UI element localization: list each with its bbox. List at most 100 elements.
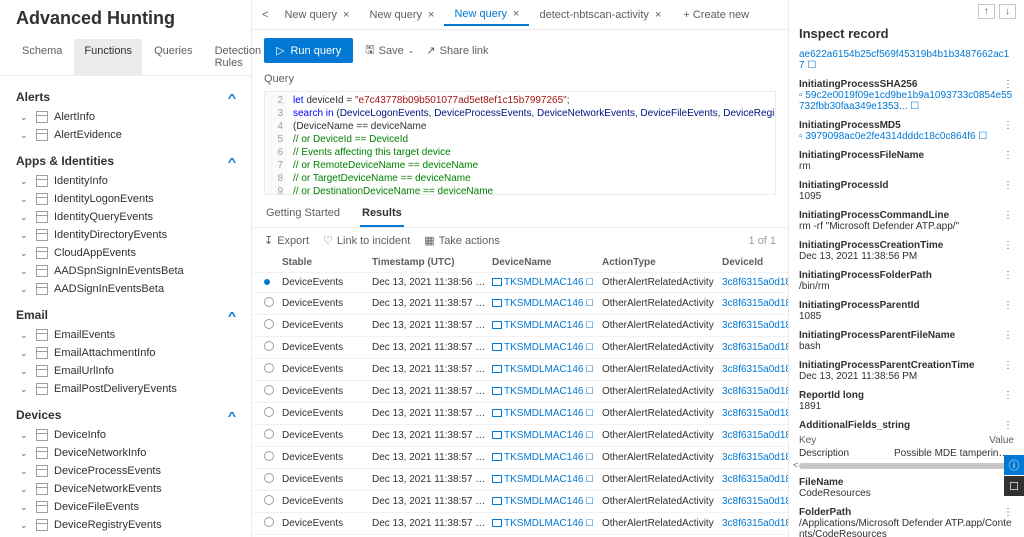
export-button[interactable]: ↧Export <box>264 234 309 247</box>
section-devices[interactable]: Devices˄ <box>16 398 235 426</box>
open-external-icon[interactable]: ☐ <box>585 320 593 330</box>
create-new-query[interactable]: + Create new <box>673 5 759 25</box>
table-row[interactable]: DeviceEventsDec 13, 2021 11:38:57 P...TK… <box>252 491 788 513</box>
open-external-icon[interactable]: ☐ <box>585 277 593 287</box>
close-tab-icon[interactable]: × <box>513 8 519 20</box>
deviceid-link[interactable]: 3c8f6315a0d186... <box>722 408 788 419</box>
field-value[interactable]: ▫ 3979098ac0e2fe4314dddc18c0c864f6 ☐ <box>799 131 1014 142</box>
more-icon[interactable]: ⋮ <box>1003 270 1014 281</box>
inspector-top-link[interactable]: ae622a6154b25cf569f45319b4b1b3487662ac17 <box>799 49 1009 71</box>
section-email[interactable]: Email˄ <box>16 298 235 326</box>
deviceid-link[interactable]: 3c8f6315a0d186... <box>722 518 788 529</box>
row-radio[interactable] <box>264 363 274 373</box>
link-incident-button[interactable]: ♡Link to incident <box>323 234 410 247</box>
open-external-icon[interactable]: ☐ <box>585 386 593 396</box>
close-tab-icon[interactable]: × <box>655 9 661 21</box>
device-link[interactable]: TKSMDLMAC146 <box>504 408 583 419</box>
deviceid-link[interactable]: 3c8f6315a0d186... <box>722 452 788 463</box>
deviceid-link[interactable]: 3c8f6315a0d186... <box>722 386 788 397</box>
deviceid-link[interactable]: 3c8f6315a0d186... <box>722 364 788 375</box>
query-tab[interactable]: detect-nbtscan-activity× <box>529 4 671 26</box>
next-record-button[interactable]: ↓ <box>999 4 1016 19</box>
schema-item-deviceinfo[interactable]: ⌄DeviceInfo <box>16 426 235 444</box>
schema-item-aadsignineventsbeta[interactable]: ⌄AADSignInEventsBeta <box>16 280 235 298</box>
row-radio[interactable] <box>264 341 274 351</box>
table-row[interactable]: DeviceEventsDec 13, 2021 11:38:57 P...TK… <box>252 469 788 491</box>
query-tab[interactable]: New query× <box>274 4 359 26</box>
table-row[interactable]: DeviceEventsDec 13, 2021 11:38:57 P...TK… <box>252 315 788 337</box>
deviceid-link[interactable]: 3c8f6315a0d186... <box>722 298 788 309</box>
schema-item-alertinfo[interactable]: ⌄AlertInfo <box>16 108 235 126</box>
close-tab-icon[interactable]: × <box>343 9 349 21</box>
row-radio[interactable] <box>264 279 270 285</box>
schema-item-emailpostdeliveryevents[interactable]: ⌄EmailPostDeliveryEvents <box>16 380 235 398</box>
device-link[interactable]: TKSMDLMAC146 <box>504 364 583 375</box>
deviceid-link[interactable]: 3c8f6315a0d186... <box>722 430 788 441</box>
device-link[interactable]: TKSMDLMAC146 <box>504 298 583 309</box>
column-header[interactable]: Timestamp (UTC) <box>372 257 492 268</box>
more-icon[interactable]: ⋮ <box>1003 420 1014 431</box>
field-value[interactable]: ▫ 59c2e0019f09e1cd9be1b9a1093733c0854e55… <box>799 90 1014 112</box>
row-radio[interactable] <box>264 495 274 505</box>
feedback-button[interactable]: ☐ <box>1004 476 1024 496</box>
schema-item-identitydirectoryevents[interactable]: ⌄IdentityDirectoryEvents <box>16 226 235 244</box>
run-query-button[interactable]: ▷ Run query <box>264 38 353 63</box>
schema-item-aadspnsignineventsbeta[interactable]: ⌄AADSpnSignInEventsBeta <box>16 262 235 280</box>
schema-item-alertevidence[interactable]: ⌄AlertEvidence <box>16 126 235 144</box>
collapse-sidebar-icon[interactable]: < <box>258 9 272 21</box>
open-external-icon[interactable]: ☐ <box>585 430 593 440</box>
open-external-icon[interactable]: ☐ <box>585 298 593 308</box>
row-radio[interactable] <box>264 473 274 483</box>
more-icon[interactable]: ⋮ <box>1003 180 1014 191</box>
save-query-button[interactable]: 🖫 Save ⌄ <box>365 41 414 60</box>
inspect-record-panel[interactable]: ↑ ↓ Inspect record ae622a6154b25cf569f45… <box>788 0 1024 537</box>
sidebar-tab-functions[interactable]: Functions <box>74 39 142 75</box>
row-radio[interactable] <box>264 517 274 527</box>
table-row[interactable]: DeviceEventsDec 13, 2021 11:38:57 P...TK… <box>252 381 788 403</box>
deviceid-link[interactable]: 3c8f6315a0d186... <box>722 342 788 353</box>
row-radio[interactable] <box>264 429 274 439</box>
device-link[interactable]: TKSMDLMAC146 <box>504 430 583 441</box>
more-icon[interactable]: ⋮ <box>1003 210 1014 221</box>
table-row[interactable]: DeviceEventsDec 13, 2021 11:38:57 P...TK… <box>252 293 788 315</box>
section-apps-identities[interactable]: Apps & Identities˄ <box>16 144 235 172</box>
deviceid-link[interactable]: 3c8f6315a0d186... <box>722 320 788 331</box>
open-external-icon[interactable]: ☐ <box>807 60 816 71</box>
open-external-icon[interactable]: ☐ <box>585 496 593 506</box>
tab-getting-started[interactable]: Getting Started <box>264 201 342 227</box>
table-row[interactable]: DeviceEventsDec 13, 2021 11:38:57 P...TK… <box>252 403 788 425</box>
schema-item-identitylogonevents[interactable]: ⌄IdentityLogonEvents <box>16 190 235 208</box>
deviceid-link[interactable]: 3c8f6315a0d186... <box>722 277 788 288</box>
device-link[interactable]: TKSMDLMAC146 <box>504 320 583 331</box>
column-header[interactable]: Stable <box>282 257 372 268</box>
open-external-icon[interactable]: ☐ <box>585 342 593 352</box>
more-icon[interactable]: ⋮ <box>1003 240 1014 251</box>
deviceid-link[interactable]: 3c8f6315a0d186... <box>722 496 788 507</box>
query-tab[interactable]: New query× <box>359 4 444 26</box>
more-icon[interactable]: ⋮ <box>1003 360 1014 371</box>
share-link-button[interactable]: ↗ Share link <box>426 44 488 57</box>
more-icon[interactable]: ⋮ <box>1003 150 1014 161</box>
schema-item-devicefileevents[interactable]: ⌄DeviceFileEvents <box>16 498 235 516</box>
table-row[interactable]: DeviceEventsDec 13, 2021 11:38:57 P...TK… <box>252 337 788 359</box>
device-link[interactable]: TKSMDLMAC146 <box>504 452 583 463</box>
schema-item-cloudappevents[interactable]: ⌄CloudAppEvents <box>16 244 235 262</box>
schema-item-identityqueryevents[interactable]: ⌄IdentityQueryEvents <box>16 208 235 226</box>
schema-item-emailurlinfo[interactable]: ⌄EmailUrlInfo <box>16 362 235 380</box>
more-icon[interactable]: ⋮ <box>1003 330 1014 341</box>
horizontal-scrollbar[interactable] <box>799 463 1014 469</box>
schema-item-devicenetworkevents[interactable]: ⌄DeviceNetworkEvents <box>16 480 235 498</box>
open-external-icon[interactable]: ☐ <box>585 452 593 462</box>
device-link[interactable]: TKSMDLMAC146 <box>504 518 583 529</box>
more-icon[interactable]: ⋮ <box>1003 390 1014 401</box>
open-external-icon[interactable]: ☐ <box>585 518 593 528</box>
open-external-icon[interactable]: ☐ <box>585 364 593 374</box>
more-icon[interactable]: ⋮ <box>1003 79 1014 90</box>
device-link[interactable]: TKSMDLMAC146 <box>504 496 583 507</box>
prev-record-button[interactable]: ↑ <box>978 4 995 19</box>
schema-item-emailattachmentinfo[interactable]: ⌄EmailAttachmentInfo <box>16 344 235 362</box>
schema-item-devicenetworkinfo[interactable]: ⌄DeviceNetworkInfo <box>16 444 235 462</box>
row-radio[interactable] <box>264 297 274 307</box>
column-header[interactable]: DeviceName <box>492 257 602 268</box>
schema-item-deviceprocessevents[interactable]: ⌄DeviceProcessEvents <box>16 462 235 480</box>
